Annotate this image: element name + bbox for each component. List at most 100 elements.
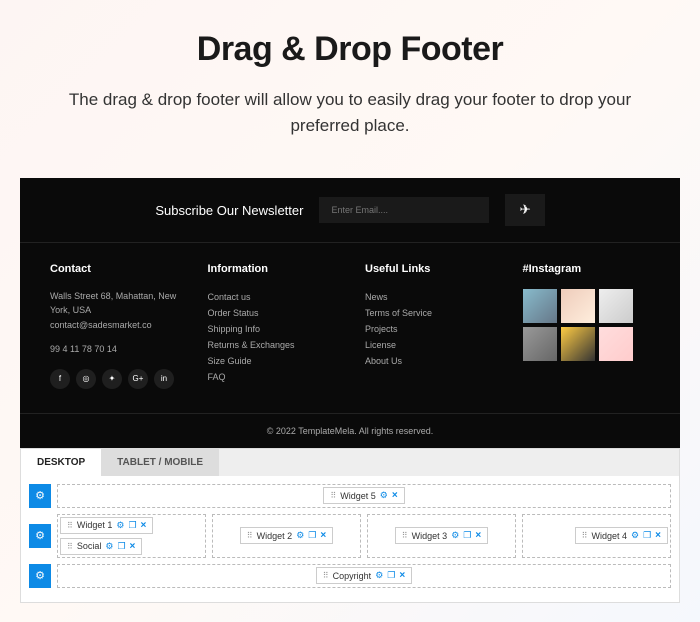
gear-icon[interactable]: ⚙ bbox=[105, 541, 113, 552]
instagram-thumb[interactable] bbox=[561, 327, 595, 361]
close-icon[interactable]: × bbox=[399, 570, 405, 581]
list-item[interactable]: Shipping Info bbox=[208, 321, 336, 337]
builder-row: ⚙ ⠿ Widget 5 ⚙ × bbox=[29, 484, 671, 508]
close-icon[interactable]: × bbox=[320, 530, 326, 541]
gear-icon[interactable]: ⚙ bbox=[631, 530, 639, 541]
list-item[interactable]: Returns & Exchanges bbox=[208, 337, 336, 353]
gear-icon[interactable]: ⚙ bbox=[116, 520, 124, 531]
duplicate-icon[interactable]: ❐ bbox=[643, 530, 651, 541]
row-settings-button[interactable]: ⚙ bbox=[29, 484, 51, 508]
close-icon[interactable]: × bbox=[655, 530, 661, 541]
widget-chip[interactable]: ⠿ Widget 5 ⚙ × bbox=[323, 487, 404, 504]
builder-cell[interactable]: ⠿ Widget 2 ⚙ ❐ × bbox=[212, 514, 361, 558]
instagram-thumb[interactable] bbox=[523, 327, 557, 361]
gear-icon[interactable]: ⚙ bbox=[451, 530, 459, 541]
information-list: Contact us Order Status Shipping Info Re… bbox=[208, 289, 336, 385]
page-subtitle: The drag & drop footer will allow you to… bbox=[60, 87, 640, 138]
list-item[interactable]: About Us bbox=[365, 353, 493, 369]
builder-cell[interactable]: ⠿ Widget 5 ⚙ × bbox=[57, 484, 671, 508]
builder-tabs: DESKTOP TABLET / MOBILE bbox=[21, 449, 679, 476]
widget-label: Widget 3 bbox=[412, 531, 448, 541]
tab-mobile[interactable]: TABLET / MOBILE bbox=[101, 449, 219, 476]
widget-chip[interactable]: ⠿ Widget 2 ⚙ ❐ × bbox=[240, 527, 333, 544]
close-icon[interactable]: × bbox=[392, 490, 398, 501]
list-item[interactable]: Projects bbox=[365, 321, 493, 337]
duplicate-icon[interactable]: ❐ bbox=[128, 520, 136, 531]
linkedin-icon[interactable]: in bbox=[154, 369, 174, 389]
widget-chip[interactable]: ⠿ Copyright ⚙ ❐ × bbox=[316, 567, 412, 584]
list-item[interactable]: FAQ bbox=[208, 369, 336, 385]
close-icon[interactable]: × bbox=[130, 541, 136, 552]
grip-icon: ⠿ bbox=[247, 531, 253, 540]
footer-col-useful: Useful Links News Terms of Service Proje… bbox=[365, 263, 493, 389]
list-item[interactable]: Contact us bbox=[208, 289, 336, 305]
instagram-icon[interactable]: ◎ bbox=[76, 369, 96, 389]
builder-cell[interactable]: ⠿ Copyright ⚙ ❐ × bbox=[57, 564, 671, 588]
duplicate-icon[interactable]: ❐ bbox=[308, 530, 316, 541]
instagram-thumb[interactable] bbox=[561, 289, 595, 323]
gear-icon: ⚙ bbox=[35, 529, 45, 542]
useful-heading: Useful Links bbox=[365, 263, 493, 275]
newsletter-email-input[interactable] bbox=[319, 197, 489, 223]
widget-label: Widget 2 bbox=[257, 531, 293, 541]
contact-email: contact@sadesmarket.co bbox=[50, 318, 178, 332]
widget-chip[interactable]: ⠿ Social ⚙ ❐ × bbox=[60, 538, 142, 555]
list-item[interactable]: News bbox=[365, 289, 493, 305]
list-item[interactable]: License bbox=[365, 337, 493, 353]
grip-icon: ⠿ bbox=[402, 531, 408, 540]
close-icon[interactable]: × bbox=[141, 520, 147, 531]
close-icon[interactable]: × bbox=[475, 530, 481, 541]
contact-address: Walls Street 68, Mahattan, New York, USA bbox=[50, 289, 178, 318]
newsletter-submit-button[interactable]: ✈ bbox=[505, 194, 544, 226]
instagram-heading: #Instagram bbox=[523, 263, 651, 275]
grip-icon: ⠿ bbox=[582, 531, 588, 540]
list-item[interactable]: Terms of Service bbox=[365, 305, 493, 321]
footer-col-contact: Contact Walls Street 68, Mahattan, New Y… bbox=[50, 263, 178, 389]
builder-cell[interactable]: ⠿ Widget 4 ⚙ ❐ × bbox=[522, 514, 671, 558]
grip-icon: ⠿ bbox=[67, 542, 73, 551]
gear-icon: ⚙ bbox=[35, 569, 45, 582]
builder-cell[interactable]: ⠿ Widget 3 ⚙ ❐ × bbox=[367, 514, 516, 558]
widget-label: Social bbox=[77, 541, 102, 551]
row-settings-button[interactable]: ⚙ bbox=[29, 564, 51, 588]
tab-desktop[interactable]: DESKTOP bbox=[21, 449, 101, 476]
gear-icon[interactable]: ⚙ bbox=[375, 570, 383, 581]
gear-icon[interactable]: ⚙ bbox=[296, 530, 304, 541]
instagram-thumb[interactable] bbox=[599, 289, 633, 323]
page-title: Drag & Drop Footer bbox=[60, 30, 640, 69]
widget-label: Widget 1 bbox=[77, 520, 113, 530]
grip-icon: ⠿ bbox=[323, 571, 329, 580]
footer-builder: DESKTOP TABLET / MOBILE ⚙ ⠿ Widget 5 ⚙ ×… bbox=[20, 448, 680, 603]
googleplus-icon[interactable]: G+ bbox=[128, 369, 148, 389]
instagram-thumb[interactable] bbox=[523, 289, 557, 323]
footer-col-information: Information Contact us Order Status Ship… bbox=[208, 263, 336, 389]
widget-label: Copyright bbox=[333, 571, 372, 581]
contact-phone: 99 4 11 78 70 14 bbox=[50, 342, 178, 356]
widget-chip[interactable]: ⠿ Widget 4 ⚙ ❐ × bbox=[575, 527, 668, 544]
widget-label: Widget 5 bbox=[340, 491, 376, 501]
duplicate-icon[interactable]: ❐ bbox=[387, 570, 395, 581]
duplicate-icon[interactable]: ❐ bbox=[463, 530, 471, 541]
widget-label: Widget 4 bbox=[591, 531, 627, 541]
copyright-text: © 2022 TemplateMela. All rights reserved… bbox=[20, 413, 680, 448]
list-item[interactable]: Order Status bbox=[208, 305, 336, 321]
facebook-icon[interactable]: f bbox=[50, 369, 70, 389]
newsletter-label: Subscribe Our Newsletter bbox=[155, 203, 303, 218]
widget-chip[interactable]: ⠿ Widget 3 ⚙ ❐ × bbox=[395, 527, 488, 544]
builder-cell[interactable]: ⠿ Widget 1 ⚙ ❐ × ⠿ Social ⚙ ❐ × bbox=[57, 514, 206, 558]
duplicate-icon[interactable]: ❐ bbox=[117, 541, 125, 552]
send-icon: ✈ bbox=[519, 202, 530, 217]
builder-row: ⚙ ⠿ Copyright ⚙ ❐ × bbox=[29, 564, 671, 588]
grip-icon: ⠿ bbox=[67, 521, 73, 530]
row-settings-button[interactable]: ⚙ bbox=[29, 524, 51, 548]
gear-icon: ⚙ bbox=[35, 489, 45, 502]
grip-icon: ⠿ bbox=[330, 491, 336, 500]
footer-preview: Subscribe Our Newsletter ✈ Contact Walls… bbox=[20, 178, 680, 448]
widget-chip[interactable]: ⠿ Widget 1 ⚙ ❐ × bbox=[60, 517, 153, 534]
list-item[interactable]: Size Guide bbox=[208, 353, 336, 369]
footer-col-instagram: #Instagram bbox=[523, 263, 651, 389]
twitter-icon[interactable]: ✦ bbox=[102, 369, 122, 389]
useful-list: News Terms of Service Projects License A… bbox=[365, 289, 493, 369]
gear-icon[interactable]: ⚙ bbox=[380, 490, 388, 501]
instagram-thumb[interactable] bbox=[599, 327, 633, 361]
